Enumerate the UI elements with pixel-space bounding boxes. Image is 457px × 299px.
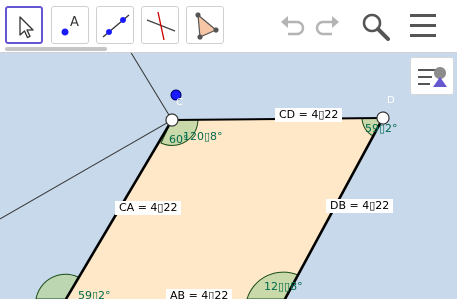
polygon-icon xyxy=(195,12,219,40)
segment-ab-label: AB = 4▯22 xyxy=(166,289,233,299)
point-icon: A xyxy=(61,15,79,36)
construction-canvas[interactable] xyxy=(0,53,457,299)
tool-line[interactable] xyxy=(96,6,134,44)
cursor-arrow-icon xyxy=(19,16,34,39)
search-icon[interactable] xyxy=(360,11,392,43)
tool-move[interactable] xyxy=(5,6,43,44)
tool-polygon[interactable] xyxy=(186,6,224,44)
point-c-label: C xyxy=(176,97,183,108)
tool-perpendicular[interactable] xyxy=(141,6,179,44)
segment-db-label: DB = 4▯22 xyxy=(326,199,394,213)
angle-c-top-label: 120▯8° xyxy=(183,130,223,143)
style-bar-toggle[interactable] xyxy=(410,57,454,95)
toolbar: A xyxy=(0,0,457,53)
line-through-c-upper[interactable] xyxy=(130,53,173,121)
hamburger-menu-icon[interactable] xyxy=(409,12,437,40)
angle-c-left-label: 60° xyxy=(169,133,189,146)
style-bar-toggle-icon xyxy=(418,67,447,87)
toolbar-scroll-indicator xyxy=(5,47,107,51)
segment-ca-label: CA = 4▯22 xyxy=(115,201,182,215)
point-c[interactable] xyxy=(165,113,179,127)
point-tool-label: A xyxy=(70,15,79,30)
graphics-view[interactable]: C D CD = 4▯22 CA = 4▯22 DB = 4▯22 AB = 4… xyxy=(0,53,457,299)
angle-d-label: 59▯2° xyxy=(365,122,398,135)
redo-icon[interactable] xyxy=(313,10,343,40)
undo-icon[interactable] xyxy=(277,10,307,40)
tool-point[interactable]: A xyxy=(51,6,89,44)
perpendicular-line-icon xyxy=(146,11,176,41)
angle-a-label: 59▯2° xyxy=(78,289,111,299)
point-d-label: D xyxy=(387,95,395,106)
line-icon xyxy=(102,14,130,38)
segment-cd-label: CD = 4▯22 xyxy=(275,108,343,122)
angle-b-label: 12▯▯8° xyxy=(264,280,303,293)
